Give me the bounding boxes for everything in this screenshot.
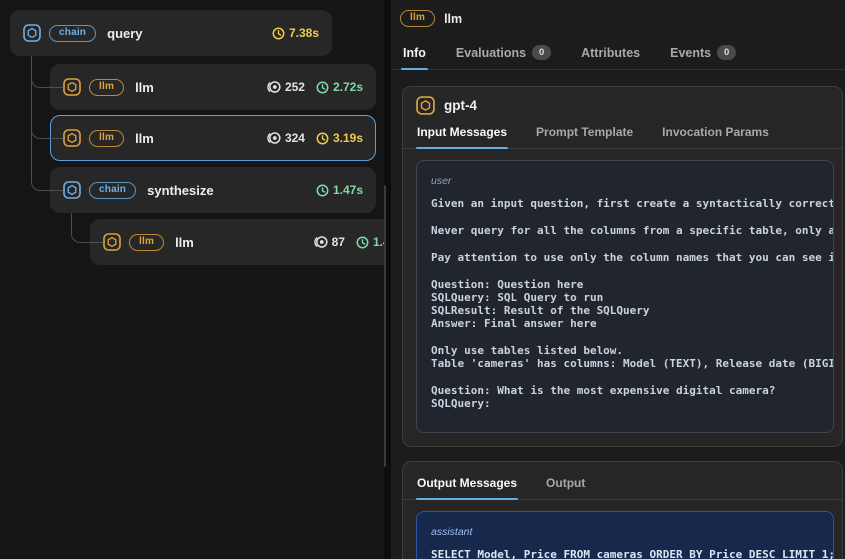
latency-icon — [316, 184, 329, 197]
output-card-tab-bar: Output Messages Output — [403, 462, 842, 500]
tab-label: Output Messages — [417, 476, 518, 490]
latency: 1.47s — [356, 235, 384, 249]
span-metrics: 1.47s — [316, 183, 363, 197]
trace-row-synthesize-3[interactable]: chain synthesize 1.47s — [50, 167, 376, 213]
span-kind-pill: llm — [129, 233, 165, 251]
tab-label: Output — [546, 476, 586, 490]
span-name: llm — [135, 79, 154, 95]
output-tab-output[interactable]: Output — [545, 471, 586, 499]
tab-label: Evaluations — [455, 45, 527, 60]
message-paragraph: Never query for all the columns from a s… — [431, 224, 834, 237]
model-card: gpt-4 Input Messages Prompt Template Invoc… — [402, 86, 843, 447]
span-metrics: 324 3.19s — [265, 131, 363, 145]
span-kind-pill: llm — [400, 10, 436, 27]
message-role-assistant: assistant — [431, 526, 473, 538]
span-title: llm — [444, 11, 463, 26]
user-message: user Given an input question, first crea… — [416, 160, 834, 433]
token-count-icon — [312, 235, 328, 249]
token-count-icon — [265, 131, 281, 145]
output-card-body: assistant SELECT Model, Price FROM camer… — [403, 500, 842, 559]
span-kind-pill: llm — [89, 129, 125, 147]
latency-icon — [356, 236, 369, 249]
span-detail-panel: llm llm Info Evaluations 0 Attributes Events… — [391, 0, 845, 559]
message-paragraph: Only use tables listed below. Table 'cam… — [431, 344, 833, 370]
token-count-icon — [265, 80, 281, 94]
message-paragraph: Question: What is the most expensive dig… — [431, 384, 776, 410]
model-card-tab-bar: Input Messages Prompt Template Invocation … — [403, 120, 842, 149]
token-count: 87 — [312, 235, 345, 249]
message-paragraph: SELECT Model, Price FROM cameras ORDER B… — [431, 548, 834, 559]
model-tab-prompt-template[interactable]: Prompt Template — [535, 120, 634, 148]
tab-label: Input Messages — [417, 125, 508, 139]
span-kind-icon — [63, 78, 81, 96]
span-name: llm — [135, 130, 154, 146]
span-detail-header: llm llm — [391, 0, 845, 27]
message-paragraph: Question: Question here SQLQuery: SQL Qu… — [431, 278, 650, 330]
tab-label: Invocation Params — [662, 125, 769, 139]
tab-label: Events — [670, 45, 712, 60]
tab-label: Attributes — [581, 45, 641, 60]
token-count: 252 — [265, 80, 305, 94]
model-tab-invocation-params[interactable]: Invocation Params — [661, 120, 770, 148]
latency: 2.72s — [316, 80, 363, 94]
token-count: 324 — [265, 131, 305, 145]
sidebar-scrollbar[interactable] — [384, 185, 386, 467]
tab-count-badge: 0 — [532, 45, 552, 60]
tab-count-badge: 0 — [717, 45, 737, 60]
trace-row-query-0[interactable]: chain query 7.38s — [10, 10, 332, 56]
model-tab-input-messages[interactable]: Input Messages — [416, 120, 509, 149]
span-kind-icon — [63, 181, 81, 199]
span-metrics: 87 1.47s — [312, 235, 384, 249]
span-kind-icon — [103, 233, 121, 251]
output-card: Output Messages Output assistant SELECT M… — [402, 461, 843, 559]
detail-tab-bar: Info Evaluations 0 Attributes Events 0 — [391, 39, 845, 70]
span-kind-icon — [63, 129, 81, 147]
model-card-header: gpt-4 — [403, 87, 842, 120]
tab-evaluations[interactable]: Evaluations 0 — [454, 39, 553, 69]
span-name: synthesize — [147, 182, 214, 198]
latency-icon — [272, 27, 285, 40]
span-kind-pill: llm — [89, 78, 125, 96]
output-tab-output-messages[interactable]: Output Messages — [416, 471, 519, 500]
span-metrics: 7.38s — [272, 26, 319, 40]
assistant-message: assistant SELECT Model, Price FROM camer… — [416, 511, 834, 559]
span-metrics: 252 2.72s — [265, 80, 363, 94]
message-paragraph: Pay attention to use only the column nam… — [431, 251, 834, 264]
tab-info[interactable]: Info — [401, 39, 428, 70]
trace-row-llm-4[interactable]: llmllm 87 1.47s — [90, 219, 384, 265]
latency: 3.19s — [316, 131, 363, 145]
latency-icon — [316, 81, 329, 94]
trace-tree-panel: chain query 7.38s llm llm 252 2.72s llm llm — [0, 0, 384, 559]
latency: 7.38s — [272, 26, 319, 40]
tab-label: Prompt Template — [536, 125, 634, 139]
model-name: gpt-4 — [444, 98, 477, 113]
latency-icon — [316, 132, 329, 145]
message-role-user: user — [431, 175, 452, 187]
user-message-content: Given an input question, first create a … — [431, 197, 834, 410]
span-kind-pill: chain — [49, 24, 97, 42]
trace-row-llm-2[interactable]: llm llm 324 3.19s — [50, 115, 376, 161]
span-kind-icon — [23, 24, 41, 42]
message-paragraph: Given an input question, first create a … — [431, 197, 834, 210]
span-name: llm — [175, 234, 194, 250]
tab-events[interactable]: Events 0 — [668, 39, 738, 69]
latency: 1.47s — [316, 183, 363, 197]
assistant-message-content: SELECT Model, Price FROM cameras ORDER B… — [431, 548, 834, 559]
span-kind-pill: chain — [89, 181, 137, 199]
model-card-body: user Given an input question, first crea… — [403, 149, 842, 446]
tab-attributes[interactable]: Attributes — [579, 39, 642, 69]
span-name: query — [107, 25, 143, 41]
tab-label: Info — [403, 45, 426, 60]
trace-row-llm-1[interactable]: llm llm 252 2.72s — [50, 64, 376, 110]
llm-span-icon — [416, 96, 435, 115]
